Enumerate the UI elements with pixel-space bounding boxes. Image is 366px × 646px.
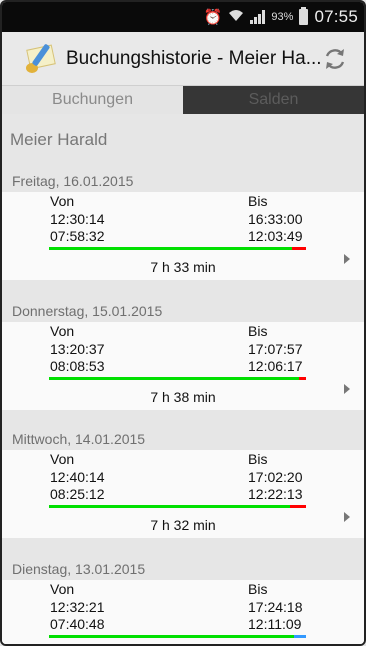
app-logo-icon[interactable] [24, 42, 60, 75]
status-bar: ⏰ 93% 07:55 [2, 2, 364, 32]
tab-buchungen[interactable]: Buchungen [2, 86, 183, 114]
column-label-from: Von [50, 451, 75, 467]
time-to: 12:11:09 [248, 616, 302, 632]
day-entry[interactable]: Von Bis 12:32:21 17:24:18 07:40:48 12:11… [2, 580, 364, 644]
time-from: 08:08:53 [50, 358, 105, 374]
progress-bar-end [294, 635, 306, 638]
duration: 7 h 33 min [150, 259, 216, 275]
signal-icon [250, 10, 266, 24]
column-label-to: Bis [248, 193, 268, 209]
column-label-to: Bis [248, 451, 268, 467]
time-to: 17:07:57 [248, 341, 303, 357]
refresh-icon[interactable] [322, 46, 348, 72]
day-header: Dienstag, 13.01.2015 [12, 561, 146, 577]
column-label-from: Von [50, 323, 75, 339]
progress-bar-green [49, 635, 294, 638]
chevron-right-icon[interactable] [344, 512, 350, 522]
column-label-from: Von [50, 581, 75, 597]
wifi-icon [228, 8, 244, 26]
tab-salden[interactable]: Salden [183, 86, 364, 114]
progress-bar-green [49, 247, 292, 250]
time-from: 12:30:14 [50, 211, 105, 227]
day-header: Mittwoch, 14.01.2015 [12, 431, 146, 447]
progress-bar-green [49, 505, 290, 508]
person-name: Meier Harald [10, 130, 108, 149]
duration: 7 h 32 min [150, 517, 216, 533]
duration: 7 h 38 min [150, 389, 216, 405]
time-from: 07:40:48 [50, 616, 105, 632]
time-to: 16:33:00 [248, 211, 303, 227]
page-title: Buchungshistorie - Meier Ha... [66, 47, 322, 69]
battery-percent: 93% [271, 11, 294, 23]
time-to: 17:24:18 [248, 599, 303, 615]
column-label-to: Bis [248, 323, 268, 339]
time-to: 17:02:20 [248, 469, 303, 485]
time-from: 13:20:37 [50, 341, 105, 357]
time-from: 08:25:12 [50, 486, 105, 502]
day-header: Donnerstag, 15.01.2015 [12, 303, 163, 319]
day-entry[interactable]: Von Bis 13:20:37 17:07:57 08:08:53 12:06… [2, 322, 364, 410]
action-bar: Buchungshistorie - Meier Ha... [2, 32, 364, 86]
day-header: Freitag, 16.01.2015 [12, 173, 134, 189]
alarm-icon: ⏰ [203, 8, 223, 26]
clock: 07:55 [314, 7, 358, 26]
column-label-from: Von [50, 193, 75, 209]
phone-screen: ⏰ 93% 07:55 Buchungshistorie - Meier Ha.… [0, 0, 366, 646]
day-entry[interactable]: Von Bis 12:30:14 16:33:00 07:58:32 12:03… [2, 192, 364, 280]
progress-bar-end [292, 247, 306, 250]
chevron-right-icon[interactable] [344, 384, 350, 394]
time-to: 12:03:49 [248, 228, 303, 244]
time-to: 12:06:17 [248, 358, 303, 374]
tab-bar: Buchungen Salden [2, 86, 364, 114]
progress-bar-green [49, 377, 299, 380]
booking-list[interactable]: Meier Harald Freitag, 16.01.2015 Von Bis… [2, 114, 364, 644]
progress-bar-end [299, 377, 306, 380]
battery-icon [299, 7, 309, 25]
progress-bar-end [290, 505, 306, 508]
time-from: 12:40:14 [50, 469, 105, 485]
time-from: 07:58:32 [50, 228, 105, 244]
time-to: 12:22:13 [248, 486, 303, 502]
day-entry[interactable]: Von Bis 12:40:14 17:02:20 08:25:12 12:22… [2, 450, 364, 538]
chevron-right-icon[interactable] [344, 254, 350, 264]
column-label-to: Bis [248, 581, 268, 597]
time-from: 12:32:21 [50, 599, 105, 615]
